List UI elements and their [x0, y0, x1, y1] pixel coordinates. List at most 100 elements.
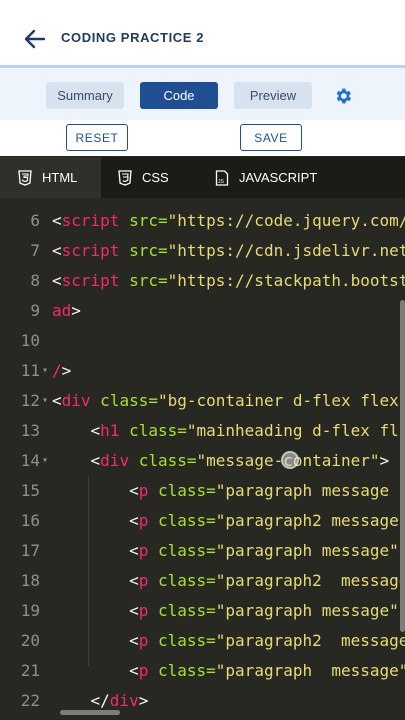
line-number: 20	[20, 631, 40, 650]
code-text: <p class="paragraph message	[52, 476, 399, 506]
line-number: 9	[30, 301, 40, 320]
fold-toggle-icon[interactable]: ▾	[42, 446, 48, 476]
code-token-tag: p	[138, 541, 149, 560]
code-token-str: "paragraph message"	[215, 601, 399, 620]
html5-icon	[18, 169, 32, 186]
arrow-left-icon[interactable]	[22, 26, 48, 52]
code-token-attr: class=	[90, 391, 158, 410]
code-token-str: "mainheading d-flex fl	[186, 421, 399, 440]
code-token-pre: <	[52, 481, 139, 500]
code-token-pre: <	[52, 631, 139, 650]
code-token-pre: <	[52, 601, 139, 620]
code-token-attr: class=	[148, 601, 216, 620]
file-tabs: HTML CSS JS JAVASCRIPT	[0, 157, 405, 198]
code-line[interactable]: 6 <script src="https://code.jquery.com/	[0, 206, 405, 236]
code-token-str: "https://code.jquery.com/	[167, 211, 405, 230]
code-token-rest: >	[379, 451, 390, 470]
code-token-str: "paragraph2 message	[215, 511, 399, 530]
code-line[interactable]: 13 <h1 class="mainheading d-flex fl	[0, 416, 405, 446]
code-line[interactable]: 10	[0, 326, 405, 356]
code-token-attr: class=	[129, 451, 197, 470]
code-token-attr: class=	[148, 481, 216, 500]
code-token-str: "https://cdn.jsdelivr.net	[167, 241, 405, 260]
svg-text:JS: JS	[218, 179, 225, 185]
code-token-pre: </	[52, 691, 110, 710]
fold-toggle-icon[interactable]: ▾	[42, 386, 48, 416]
vertical-scrollbar[interactable]	[400, 300, 405, 632]
tab-javascript[interactable]: JS JAVASCRIPT	[215, 157, 317, 198]
line-number: 16	[20, 511, 40, 530]
code-token-pre: <	[52, 451, 101, 470]
code-line[interactable]: 20 <p class="paragraph2 message	[0, 626, 405, 656]
code-token-pre: <	[52, 241, 62, 260]
code-editor[interactable]: 6 <script src="https://code.jquery.com/7 <…	[0, 198, 405, 720]
line-number: 12	[20, 391, 40, 410]
code-token-tag: p	[138, 661, 149, 680]
code-token-tag: h1	[100, 421, 120, 440]
code-token-tag: div	[100, 451, 130, 470]
tab-css-label: CSS	[142, 170, 169, 185]
code-token-attr: class=	[148, 631, 216, 650]
tab-html[interactable]: HTML	[0, 157, 101, 198]
save-button[interactable]: SAVE	[240, 124, 302, 151]
line-number: 8	[30, 271, 40, 290]
code-line[interactable]: 16 <p class="paragraph2 message	[0, 506, 405, 536]
code-token-pre: <	[52, 511, 139, 530]
code-line[interactable]: 9 ad>	[0, 296, 405, 326]
code-token-str: "https://stackpath.bootst	[167, 271, 405, 290]
code-text: ad>	[52, 296, 81, 326]
line-number: 19	[20, 601, 40, 620]
code-token-pre: <	[52, 661, 139, 680]
line-number: 6	[30, 211, 40, 230]
code-text: />	[52, 356, 71, 386]
code-token-pre: <	[52, 421, 101, 440]
code-line[interactable]: 17 <p class="paragraph message"	[0, 536, 405, 566]
code-token-tag: p	[138, 511, 149, 530]
code-token-tag: p	[138, 631, 149, 650]
code-text: <p class="paragraph2 message	[52, 566, 405, 596]
tab-css[interactable]: CSS	[118, 157, 169, 198]
fold-toggle-icon[interactable]: ▾	[42, 356, 48, 386]
code-token-str: "paragraph2 message	[215, 631, 405, 650]
code-token-str: "paragraph message	[215, 481, 399, 500]
gear-icon[interactable]	[333, 86, 353, 106]
code-line[interactable]: 12 ▾ <div class="bg-container d-flex flex	[0, 386, 405, 416]
code-text: <p class="paragraph2 message	[52, 506, 399, 536]
tab-summary[interactable]: Summary	[46, 82, 124, 109]
code-line[interactable]: 15 <p class="paragraph message	[0, 476, 405, 506]
code-token-str: "bg-container d-flex flex	[157, 391, 399, 410]
code-line[interactable]: 14▾ <div class="message-container">	[0, 446, 405, 476]
action-bar: RESET SAVE	[0, 120, 405, 156]
code-line[interactable]: 18 <p class="paragraph2 message	[0, 566, 405, 596]
code-line[interactable]: 21 <p class="paragraph message"	[0, 656, 405, 686]
code-token-tag: div	[109, 691, 139, 710]
code-line[interactable]: 11 ▾/>	[0, 356, 405, 386]
code-token-rest: >	[71, 301, 81, 320]
code-token-attr: class=	[148, 571, 216, 590]
code-line[interactable]: 8 <script src="https://stackpath.bootst	[0, 266, 405, 296]
code-token-tag: ad	[52, 301, 72, 320]
code-text: <p class="paragraph message"	[52, 656, 405, 686]
top-bar: CODING PRACTICE 2	[0, 0, 405, 66]
code-token-attr: src=	[119, 271, 168, 290]
reset-button[interactable]: RESET	[66, 124, 128, 151]
code-token-tag: p	[138, 481, 149, 500]
code-token-str: "paragraph message"	[215, 541, 399, 560]
code-text: <script src="https://code.jquery.com/	[52, 206, 405, 236]
code-token-str: "paragraph message"	[215, 661, 405, 680]
code-token-attr: class=	[119, 421, 187, 440]
code-token-tag: /	[52, 361, 62, 380]
css3-icon	[118, 169, 132, 186]
code-token-attr: class=	[148, 661, 216, 680]
tab-code[interactable]: Code	[140, 82, 218, 109]
code-text: <div class="message-container">	[52, 446, 390, 476]
code-token-rest: >	[138, 691, 149, 710]
horizontal-scrollbar[interactable]	[60, 710, 120, 715]
line-number: 15	[20, 481, 40, 500]
indent-guide	[88, 476, 89, 666]
code-line[interactable]: 19 <p class="paragraph message"	[0, 596, 405, 626]
tab-preview[interactable]: Preview	[234, 82, 312, 109]
code-text: <div class="bg-container d-flex flex	[52, 386, 399, 416]
code-line[interactable]: 7 <script src="https://cdn.jsdelivr.net	[0, 236, 405, 266]
line-number: 22	[20, 691, 40, 710]
